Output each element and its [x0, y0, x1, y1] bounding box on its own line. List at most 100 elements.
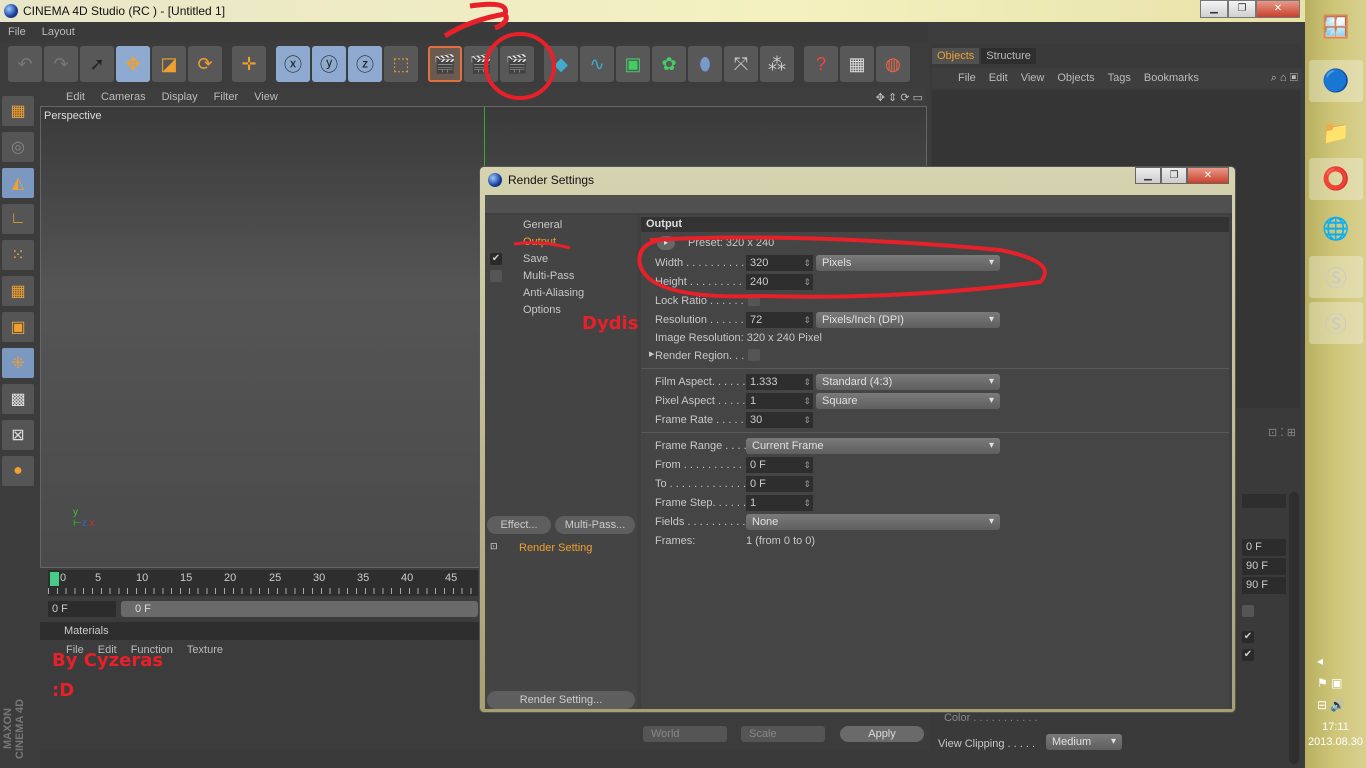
- cinema4d-taskbar-icon[interactable]: 🔵: [1309, 60, 1363, 102]
- multipass-checkbox[interactable]: [490, 270, 502, 282]
- cube-icon[interactable]: ◆: [544, 46, 578, 82]
- clock[interactable]: 17:11 2013.08.30: [1305, 720, 1366, 750]
- z-axis-icon[interactable]: ⓩ: [348, 46, 382, 82]
- menu-layout[interactable]: Layout: [42, 26, 75, 38]
- attr-value[interactable]: 90 F: [1242, 577, 1286, 594]
- viewport-menu-filter[interactable]: Filter: [214, 91, 238, 103]
- sculpt-icon[interactable]: ●: [2, 456, 34, 486]
- preset-button-icon[interactable]: ▸: [657, 236, 675, 250]
- render-region-checkbox[interactable]: [748, 349, 760, 361]
- from-field[interactable]: 0 F: [746, 457, 813, 473]
- objects-menu-view[interactable]: View: [1021, 72, 1045, 84]
- coordinate-system-icon[interactable]: ⬚: [384, 46, 418, 82]
- film-aspect-field[interactable]: 1.333: [746, 374, 813, 390]
- resolution-field[interactable]: 72: [746, 312, 813, 328]
- redo-icon[interactable]: ↷: [44, 46, 78, 82]
- points-mode-icon[interactable]: ⁙: [2, 240, 34, 270]
- web-icon[interactable]: ◍: [876, 46, 910, 82]
- tray-icons[interactable]: ◂ ⚑ ▣ ⊟ 🔊: [1317, 650, 1345, 716]
- film-aspect-dropdown[interactable]: Standard (4:3): [816, 374, 1000, 390]
- multi-pass-button[interactable]: Multi-Pass...: [555, 516, 635, 534]
- resolution-unit-dropdown[interactable]: Pixels/Inch (DPI): [816, 312, 1000, 328]
- nav-save[interactable]: Save: [523, 253, 548, 265]
- nav-multi-pass[interactable]: Multi-Pass: [523, 270, 574, 282]
- objects-menu-tags[interactable]: Tags: [1108, 72, 1131, 84]
- spline-pen-icon[interactable]: ∿: [580, 46, 614, 82]
- objects-menu-edit[interactable]: Edit: [989, 72, 1008, 84]
- height-field[interactable]: 240: [746, 274, 813, 290]
- x-axis-icon[interactable]: ⓧ: [276, 46, 310, 82]
- current-frame-field[interactable]: 0 F: [48, 601, 116, 617]
- workplane-icon[interactable]: ⊠: [2, 420, 34, 450]
- width-field[interactable]: 320: [746, 255, 813, 271]
- edit-render-settings-icon[interactable]: 🎬: [500, 46, 534, 82]
- scene-icon[interactable]: ⤧: [724, 46, 758, 82]
- minimize-button[interactable]: ▁: [1200, 0, 1228, 18]
- attr-value[interactable]: 0 F: [1242, 539, 1286, 556]
- help-icon[interactable]: ?: [804, 46, 838, 82]
- viewport-menu-view[interactable]: View: [254, 91, 278, 103]
- texture-mode-icon[interactable]: ◎: [2, 132, 34, 162]
- attr-scrollbar[interactable]: [1289, 492, 1299, 764]
- close-button[interactable]: ✕: [1256, 0, 1300, 18]
- nav-options[interactable]: Options: [523, 304, 561, 316]
- chrome-taskbar-icon[interactable]: 🌐: [1309, 208, 1363, 250]
- viewport-menu-display[interactable]: Display: [162, 91, 198, 103]
- materials-menu-texture[interactable]: Texture: [187, 641, 223, 659]
- tab-structure[interactable]: Structure: [981, 48, 1036, 64]
- scale-icon[interactable]: ◪: [152, 46, 186, 82]
- close-button[interactable]: ✕: [1187, 167, 1229, 184]
- maximize-button[interactable]: ❐: [1161, 167, 1187, 184]
- nav-output[interactable]: Output: [523, 236, 556, 248]
- attr-checkbox[interactable]: [1242, 605, 1254, 617]
- pixel-aspect-dropdown[interactable]: Square: [816, 393, 1000, 409]
- viewport-nav-icons[interactable]: ✥ ⇕ ⟳ ▭: [876, 91, 923, 104]
- render-view-icon[interactable]: 🎬: [428, 46, 462, 82]
- start-button-icon[interactable]: 🪟: [1309, 6, 1363, 48]
- objects-menu-file[interactable]: File: [958, 72, 976, 84]
- uv-mode-icon[interactable]: ⁜: [2, 348, 34, 378]
- snap-icon[interactable]: ▩: [2, 384, 34, 414]
- to-field[interactable]: 0 F: [746, 476, 813, 492]
- render-setting-button[interactable]: Render Setting...: [487, 691, 635, 709]
- objects-menu-objects[interactable]: Objects: [1057, 72, 1094, 84]
- attr-checkbox[interactable]: ✔: [1242, 649, 1254, 661]
- lock-ratio-checkbox[interactable]: [748, 294, 760, 306]
- frame-rate-field[interactable]: 30: [746, 412, 813, 428]
- opera-taskbar-icon[interactable]: ⭕: [1309, 158, 1363, 200]
- model-mode-icon[interactable]: ◭: [2, 168, 34, 198]
- attr-value[interactable]: 90 F: [1242, 558, 1286, 575]
- deformer-icon[interactable]: ⬮: [688, 46, 722, 82]
- last-tool-icon[interactable]: ✛: [232, 46, 266, 82]
- lock-icons[interactable]: ⊡ ⁚ ⊞: [1268, 426, 1296, 439]
- objects-menu-bookmarks[interactable]: Bookmarks: [1144, 72, 1199, 84]
- layout-icon[interactable]: ▦: [2, 96, 34, 126]
- viewport-menu-edit[interactable]: Edit: [66, 91, 85, 103]
- frame-range-dropdown[interactable]: Current Frame: [746, 438, 1000, 454]
- skype-taskbar-icon[interactable]: Ⓢ: [1309, 256, 1363, 298]
- minimize-button[interactable]: ▁: [1135, 167, 1161, 184]
- live-selection-icon[interactable]: ➚: [80, 46, 114, 82]
- apply-button[interactable]: Apply: [840, 726, 924, 742]
- render-picture-viewer-icon[interactable]: 🎬: [464, 46, 498, 82]
- viewport-menu-cameras[interactable]: Cameras: [101, 91, 146, 103]
- world-dropdown[interactable]: World: [643, 726, 727, 742]
- tab-objects[interactable]: Objects: [932, 48, 980, 64]
- fields-dropdown[interactable]: None: [746, 514, 1000, 530]
- nav-anti-aliasing[interactable]: Anti-Aliasing: [523, 287, 584, 299]
- scale-dropdown[interactable]: Scale: [741, 726, 825, 742]
- y-axis-icon[interactable]: ⓨ: [312, 46, 346, 82]
- rotate-icon[interactable]: ⟳: [188, 46, 222, 82]
- menu-file[interactable]: File: [8, 26, 26, 38]
- edges-mode-icon[interactable]: ▦: [2, 276, 34, 306]
- attr-checkbox[interactable]: ✔: [1242, 631, 1254, 643]
- light-icon[interactable]: ⁂: [760, 46, 794, 82]
- search-home-icons[interactable]: ⌕ ⌂ ▣: [1271, 72, 1298, 85]
- maximize-button[interactable]: ❐: [1228, 0, 1256, 18]
- width-unit-dropdown[interactable]: Pixels: [816, 255, 1000, 271]
- undo-icon[interactable]: ↶: [8, 46, 42, 82]
- playhead[interactable]: [50, 572, 59, 586]
- move-icon[interactable]: ✥: [116, 46, 150, 82]
- skype-taskbar-icon[interactable]: Ⓢ: [1309, 302, 1363, 344]
- timeline[interactable]: 0 5 10 15 20 25 30 35 40 45: [48, 570, 478, 596]
